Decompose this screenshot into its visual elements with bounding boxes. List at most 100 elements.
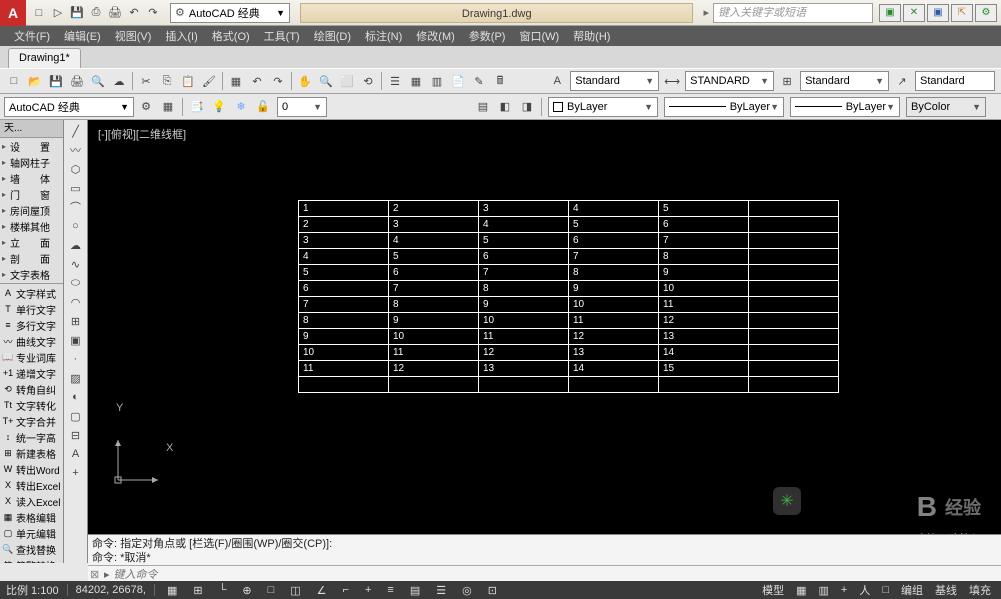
addsel-icon[interactable]: + — [66, 464, 86, 482]
tool-btn-5[interactable]: ⚙ — [975, 4, 997, 22]
line-icon[interactable]: ╱ — [66, 122, 86, 140]
tree-item[interactable]: ▸楼梯其他 — [0, 218, 63, 234]
app-icon[interactable]: A — [0, 0, 26, 26]
viewport[interactable]: [-][俯视][二维线框] 12345234563456745678567896… — [88, 120, 1001, 563]
saveas-icon[interactable]: ⎙ — [87, 4, 105, 22]
circle-icon[interactable]: ○ — [66, 217, 86, 235]
dyn-toggle[interactable]: + — [361, 584, 375, 596]
mleader-icon[interactable]: ↗ — [892, 71, 912, 91]
layer-match-icon[interactable]: ◨ — [517, 97, 537, 117]
insert-icon[interactable]: ⊞ — [66, 312, 86, 330]
layer-iso-icon[interactable]: ◧ — [495, 97, 515, 117]
open-icon[interactable]: 📂 — [25, 71, 45, 91]
menu-item[interactable]: 格式(O) — [206, 26, 256, 46]
tree-item[interactable]: ▸轴网柱子 — [0, 154, 63, 170]
status-button[interactable]: 填充 — [965, 582, 995, 598]
tool-item[interactable]: W转出Word — [0, 461, 63, 477]
menu-item[interactable]: 窗口(W) — [513, 26, 565, 46]
qcalc-icon[interactable]: 🖩 — [490, 71, 510, 91]
zoom-rt-icon[interactable]: 🔍 — [316, 71, 336, 91]
ws-grid-icon[interactable]: ▦ — [158, 97, 178, 117]
table-style-dropdown[interactable]: Standard▼ — [800, 71, 889, 91]
preview-icon[interactable]: 🔍 — [88, 71, 108, 91]
region-icon[interactable]: ▢ — [66, 407, 86, 425]
dc-icon[interactable]: ▦ — [406, 71, 426, 91]
undo-icon[interactable]: ↶ — [247, 71, 267, 91]
tree-item[interactable]: ▸立 面 — [0, 234, 63, 250]
doc-tab[interactable]: Drawing1* — [8, 48, 81, 68]
layer-lock-icon[interactable]: 🔓 — [253, 97, 273, 117]
hatch-icon[interactable]: ▨ — [66, 369, 86, 387]
tool-btn-3[interactable]: ▣ — [927, 4, 949, 22]
tool-item[interactable]: 简简繁转换 — [0, 557, 63, 563]
tool-item[interactable]: ≡多行文字 — [0, 317, 63, 333]
tool-item[interactable]: 🔍查找替换 — [0, 541, 63, 557]
status-button[interactable]: + — [837, 584, 851, 596]
ellipsearc-icon[interactable]: ◠ — [66, 293, 86, 311]
match-icon[interactable]: 🖌 — [199, 71, 219, 91]
undo-icon[interactable]: ↶ — [125, 4, 143, 22]
rect-icon[interactable]: ▭ — [66, 179, 86, 197]
tool-item[interactable]: ↕统一字高 — [0, 429, 63, 445]
status-button[interactable]: ▥ — [815, 584, 833, 597]
command-input[interactable] — [114, 569, 999, 581]
tool-item[interactable]: A文字样式 — [0, 285, 63, 301]
viewport-label[interactable]: [-][俯视][二维线框] — [98, 126, 186, 142]
layer-name-dropdown[interactable]: 0▼ — [277, 97, 327, 117]
print-icon[interactable]: 🖨 — [67, 71, 87, 91]
block-icon[interactable]: ▣ — [66, 331, 86, 349]
cmd-close-icon[interactable]: ⊠ — [90, 568, 104, 581]
status-button[interactable]: 人 — [855, 582, 874, 598]
open-icon[interactable]: ▷ — [49, 4, 67, 22]
redo-icon[interactable]: ↷ — [268, 71, 288, 91]
mtext-icon[interactable]: A — [66, 445, 86, 463]
snap-toggle[interactable]: ▦ — [163, 584, 181, 597]
tp-icon[interactable]: ▥ — [427, 71, 447, 91]
new-icon[interactable]: □ — [4, 71, 24, 91]
tool-btn-2[interactable]: ✕ — [903, 4, 925, 22]
tool-item[interactable]: ⟲转角自纠 — [0, 381, 63, 397]
arc-icon[interactable]: ⌒ — [66, 198, 86, 216]
status-button[interactable]: □ — [878, 584, 893, 596]
tablestyle-icon[interactable]: ⊞ — [777, 71, 797, 91]
mleader-style-dropdown[interactable]: Standard — [915, 71, 995, 91]
menu-item[interactable]: 文件(F) — [8, 26, 56, 46]
point-icon[interactable]: · — [66, 350, 86, 368]
menu-item[interactable]: 标注(N) — [359, 26, 408, 46]
menu-item[interactable]: 插入(I) — [159, 26, 203, 46]
print-icon[interactable]: 🖨 — [106, 4, 124, 22]
textstyle-icon[interactable]: A — [547, 71, 567, 91]
sc-toggle[interactable]: ◎ — [458, 584, 476, 597]
publish-icon[interactable]: ☁ — [109, 71, 129, 91]
tool-item[interactable]: Tt文字转化 — [0, 397, 63, 413]
table-icon[interactable]: ⊟ — [66, 426, 86, 444]
block-icon[interactable]: ▦ — [226, 71, 246, 91]
layer-props-icon[interactable]: ▤ — [473, 97, 493, 117]
redo-icon[interactable]: ↷ — [144, 4, 162, 22]
tool-item[interactable]: ▦表格编辑 — [0, 509, 63, 525]
plotstyle-dropdown[interactable]: ByColor▼ — [906, 97, 986, 117]
ellipse-icon[interactable]: ⬭ — [66, 274, 86, 292]
markup-icon[interactable]: ✎ — [469, 71, 489, 91]
grid-toggle[interactable]: ⊞ — [189, 584, 206, 597]
spline-icon[interactable]: ∿ — [66, 255, 86, 273]
tool-item[interactable]: 〰曲线文字 — [0, 333, 63, 349]
props-icon[interactable]: ☰ — [385, 71, 405, 91]
workspace-dropdown[interactable]: AutoCAD 经典▼ — [4, 97, 134, 117]
tool-btn-4[interactable]: ⇱ — [951, 4, 973, 22]
ws-gear-icon[interactable]: ⚙ — [136, 97, 156, 117]
tree-item[interactable]: ▸门 窗 — [0, 186, 63, 202]
layer-bulb-icon[interactable]: 💡 — [209, 97, 229, 117]
qp-toggle[interactable]: ☰ — [432, 584, 450, 597]
tree-item[interactable]: ▸文字表格 — [0, 266, 63, 282]
text-style-dropdown[interactable]: Standard▼ — [570, 71, 659, 91]
revcloud-icon[interactable]: ☁ — [66, 236, 86, 254]
ssm-icon[interactable]: 📄 — [448, 71, 468, 91]
paste-icon[interactable]: 📋 — [178, 71, 198, 91]
color-dropdown[interactable]: ByLayer▼ — [548, 97, 658, 117]
menu-item[interactable]: 参数(P) — [463, 26, 512, 46]
tool-btn-1[interactable]: ▣ — [879, 4, 901, 22]
tree-item[interactable]: ▸设 置 — [0, 138, 63, 154]
layer-freeze-icon[interactable]: ❄ — [231, 97, 251, 117]
scale-label[interactable]: 比例 1:100 — [6, 582, 59, 598]
